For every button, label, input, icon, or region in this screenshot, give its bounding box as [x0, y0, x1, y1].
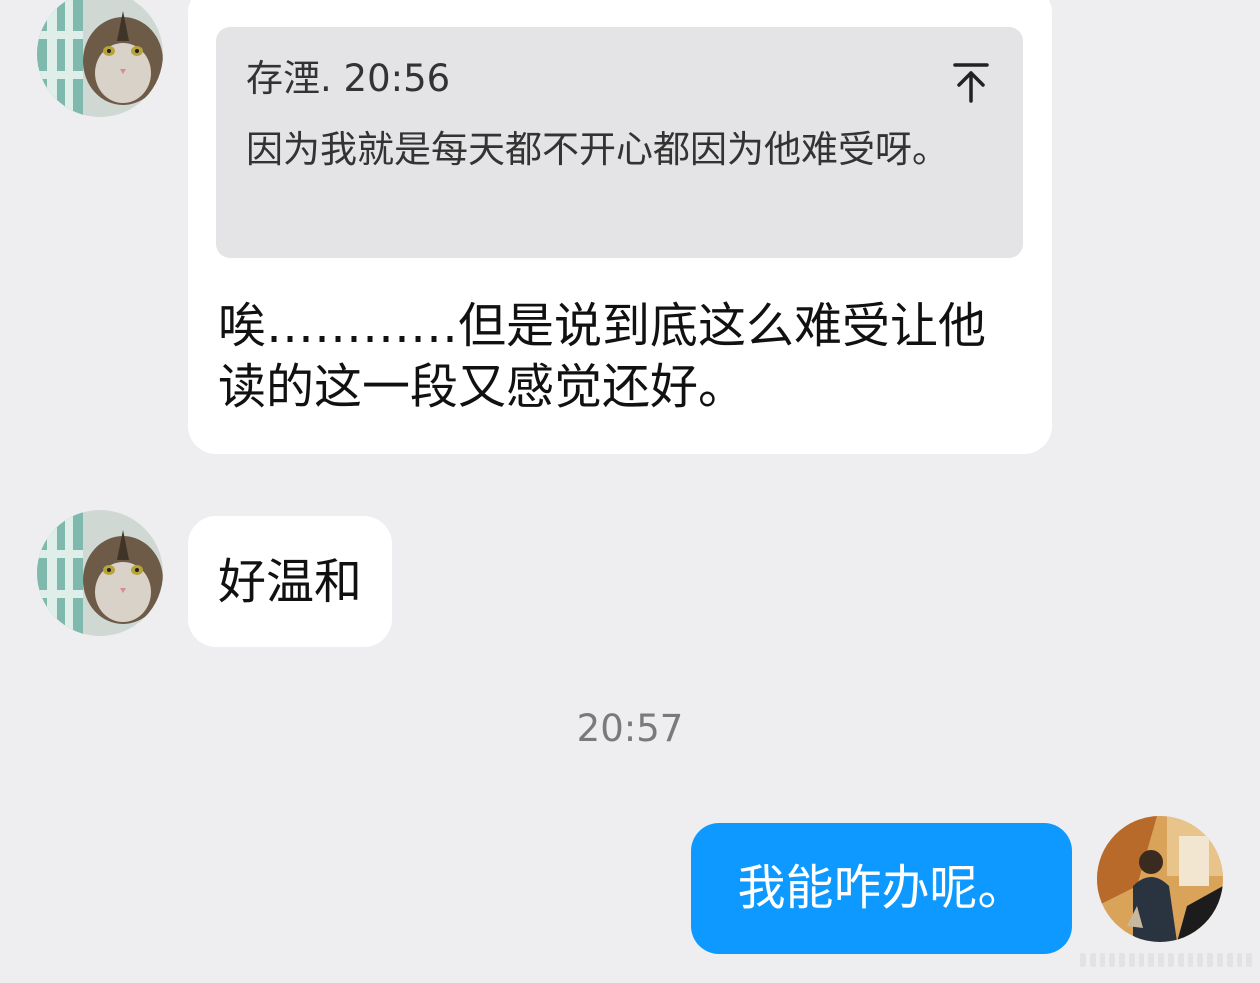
cat-avatar-image: [37, 510, 163, 636]
quoted-sender-time: 存湮. 20:56: [246, 57, 451, 100]
time-divider: 20:57: [576, 707, 684, 750]
quoted-text: 因为我就是每天都不开心都因为他难受呀。: [246, 128, 949, 171]
message-bubble-outgoing[interactable]: 我能咋办呢。: [691, 823, 1072, 954]
avatar-incoming[interactable]: [37, 510, 163, 636]
cat-avatar-image: [37, 0, 163, 117]
avatar-outgoing[interactable]: [1097, 816, 1223, 942]
scroll-to-top-icon[interactable]: [951, 61, 991, 105]
message-bubble-incoming-quote[interactable]: 存湮. 20:56 因为我就是每天都不开心都因为他难受呀。 唉…………但是说到底…: [188, 0, 1052, 454]
reply-text: 唉…………但是说到底这么难受让他读的这一段又感觉还好。: [218, 298, 987, 415]
user-photo-avatar-image: [1097, 816, 1223, 942]
quoted-message[interactable]: 存湮. 20:56 因为我就是每天都不开心都因为他难受呀。: [216, 27, 1023, 258]
watermark: [1080, 953, 1253, 973]
message-bubble-incoming[interactable]: 好温和: [188, 516, 393, 647]
message-text: 好温和: [218, 554, 363, 610]
message-text: 我能咋办呢。: [737, 860, 1026, 916]
avatar-incoming[interactable]: [37, 0, 163, 117]
